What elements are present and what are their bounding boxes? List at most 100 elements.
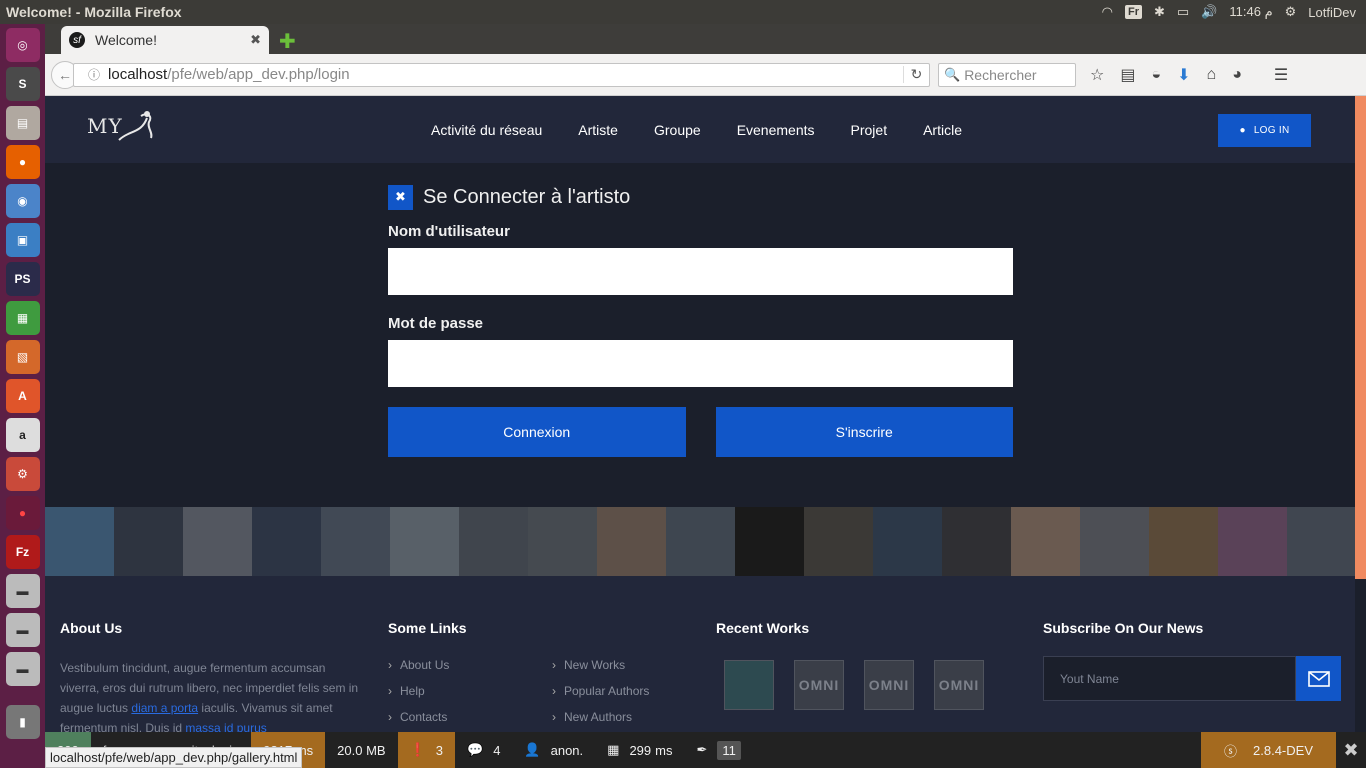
gallery-image[interactable]	[1080, 507, 1149, 576]
drive-icon[interactable]: ▬	[5, 613, 40, 647]
username-input[interactable]	[388, 248, 1013, 295]
nav-projet[interactable]: Projet	[851, 122, 888, 138]
sf-twig[interactable]: ✒ 11	[685, 732, 753, 768]
pocket-icon[interactable]: ◒	[1151, 66, 1161, 84]
info-icon[interactable]: ⓘ	[88, 66, 100, 83]
bookmark-star-icon[interactable]: ☆	[1090, 65, 1104, 85]
gallery-image[interactable]	[528, 507, 597, 576]
close-icon[interactable]: ✖	[1336, 732, 1366, 768]
reload-icon[interactable]: ↻	[903, 66, 929, 83]
footer-link[interactable]: About Us	[388, 658, 552, 672]
gallery-image[interactable]	[321, 507, 390, 576]
battery-icon[interactable]: ▭	[1177, 4, 1189, 20]
sf-version[interactable]: ⓢ 2.8.4-DEV	[1201, 732, 1336, 768]
volume-icon[interactable]: 🔊	[1201, 4, 1217, 20]
footer-link[interactable]: Popular Authors	[552, 684, 702, 698]
reading-list-icon[interactable]: ▤	[1120, 65, 1135, 85]
nav-artiste[interactable]: Artiste	[578, 122, 618, 138]
gear-icon[interactable]: ⚙	[1285, 4, 1297, 20]
system-settings-icon[interactable]: ⚙	[5, 457, 40, 491]
login-button[interactable]: ● LOG IN	[1218, 114, 1311, 147]
gallery-image[interactable]	[183, 507, 252, 576]
url-bar[interactable]: ⓘ localhost /pfe/web/app_dev.php/login ↻	[73, 62, 930, 87]
amazon-icon[interactable]: a	[5, 418, 40, 452]
nav-groupe[interactable]: Groupe	[654, 122, 701, 138]
filezilla-icon[interactable]: Fz	[5, 535, 40, 569]
ubuntu-dash-icon[interactable]: ◎	[5, 28, 40, 62]
subscribe-name-input[interactable]: Yout Name	[1043, 656, 1296, 701]
chat-icon[interactable]: ◕	[1232, 66, 1242, 84]
firefox-icon[interactable]: ●	[5, 145, 40, 179]
gallery-image[interactable]	[1149, 507, 1218, 576]
gallery-image[interactable]	[873, 507, 942, 576]
work-thumbnail[interactable]: OMNI	[864, 660, 914, 710]
bluetooth-icon[interactable]: ✱	[1154, 4, 1165, 20]
scrollbar[interactable]	[1355, 96, 1366, 579]
close-icon[interactable]: ✖	[388, 184, 413, 210]
gallery-image[interactable]	[1011, 507, 1080, 576]
nav-reseau[interactable]: Activité du réseau	[431, 122, 542, 138]
nav-article[interactable]: Article	[923, 122, 962, 138]
about-link[interactable]: diam a porta	[131, 701, 198, 715]
footer-link[interactable]: Help	[388, 684, 552, 698]
gallery-image[interactable]	[1218, 507, 1287, 576]
drive-icon[interactable]: ▬	[5, 574, 40, 608]
sf-translations[interactable]: 💬 4	[455, 732, 512, 768]
connexion-button[interactable]: Connexion	[388, 407, 686, 457]
web-page: MY Activité du réseau Artiste Groupe Eve…	[45, 96, 1355, 768]
work-thumbnail[interactable]	[724, 660, 774, 710]
subscribe-column: Subscribe On Our News Yout Name	[1043, 620, 1341, 701]
download-icon[interactable]: ⬇	[1177, 65, 1190, 85]
keyboard-layout[interactable]: Fr	[1125, 5, 1142, 19]
clock[interactable]: م 11:46	[1229, 4, 1272, 20]
gallery-image[interactable]	[390, 507, 459, 576]
footer-link[interactable]: Contacts	[388, 710, 552, 724]
footer-link[interactable]: New Works	[552, 658, 702, 672]
laser-app-icon[interactable]: ●	[5, 496, 40, 530]
sf-memory[interactable]: 20.0 MB	[325, 732, 397, 768]
gallery-image[interactable]	[942, 507, 1011, 576]
symfony-favicon-icon: sf	[69, 32, 85, 48]
trash-icon[interactable]: ▮	[5, 705, 40, 739]
subscribe-button[interactable]	[1296, 656, 1341, 701]
gallery-image[interactable]	[804, 507, 873, 576]
close-icon[interactable]: ✖	[250, 32, 261, 48]
hamburger-menu-icon[interactable]: ☰	[1274, 65, 1288, 85]
footer-link[interactable]: New Authors	[552, 710, 702, 724]
sf-performance[interactable]: ▦ 299 ms	[595, 732, 684, 768]
site-logo[interactable]: MY	[87, 111, 153, 141]
wifi-icon[interactable]: ◠	[1102, 4, 1113, 20]
about-title: About Us	[60, 620, 123, 636]
chrome-icon[interactable]: ◉	[5, 184, 40, 218]
envelope-icon	[1307, 670, 1330, 687]
url-host: localhost	[108, 66, 168, 83]
sublime-text-icon[interactable]: S	[5, 67, 40, 101]
gallery-image[interactable]	[459, 507, 528, 576]
gallery-image[interactable]	[735, 507, 804, 576]
libreoffice-impress-icon[interactable]: ▧	[5, 340, 40, 374]
nav-evenements[interactable]: Evenements	[737, 122, 815, 138]
files-icon[interactable]: ▤	[5, 106, 40, 140]
libreoffice-calc-icon[interactable]: ▦	[5, 301, 40, 335]
gallery-image[interactable]	[252, 507, 321, 576]
work-thumbnail[interactable]: OMNI	[934, 660, 984, 710]
drive-icon[interactable]: ▬	[5, 652, 40, 686]
home-icon[interactable]: ⌂	[1207, 66, 1217, 84]
gallery-image[interactable]	[1287, 507, 1355, 576]
gallery-image[interactable]	[597, 507, 666, 576]
sf-security[interactable]: 👤 anon.	[512, 732, 595, 768]
gallery-image[interactable]	[45, 507, 114, 576]
gallery-image[interactable]	[114, 507, 183, 576]
new-tab-icon[interactable]: ✚	[279, 29, 296, 54]
software-center-icon[interactable]: A	[5, 379, 40, 413]
gallery-image[interactable]	[666, 507, 735, 576]
search-input[interactable]: 🔍 Rechercher	[938, 62, 1076, 87]
register-button[interactable]: S'inscrire	[715, 407, 1013, 457]
work-thumbnail[interactable]: OMNI	[794, 660, 844, 710]
phpstorm-icon[interactable]: PS	[5, 262, 40, 296]
password-input[interactable]	[388, 340, 1013, 387]
session-user[interactable]: LotfiDev	[1308, 5, 1356, 20]
document-viewer-icon[interactable]: ▣	[5, 223, 40, 257]
sf-errors[interactable]: ❗ 3	[397, 732, 455, 768]
tab-welcome[interactable]: sf Welcome! ✖	[61, 26, 269, 54]
